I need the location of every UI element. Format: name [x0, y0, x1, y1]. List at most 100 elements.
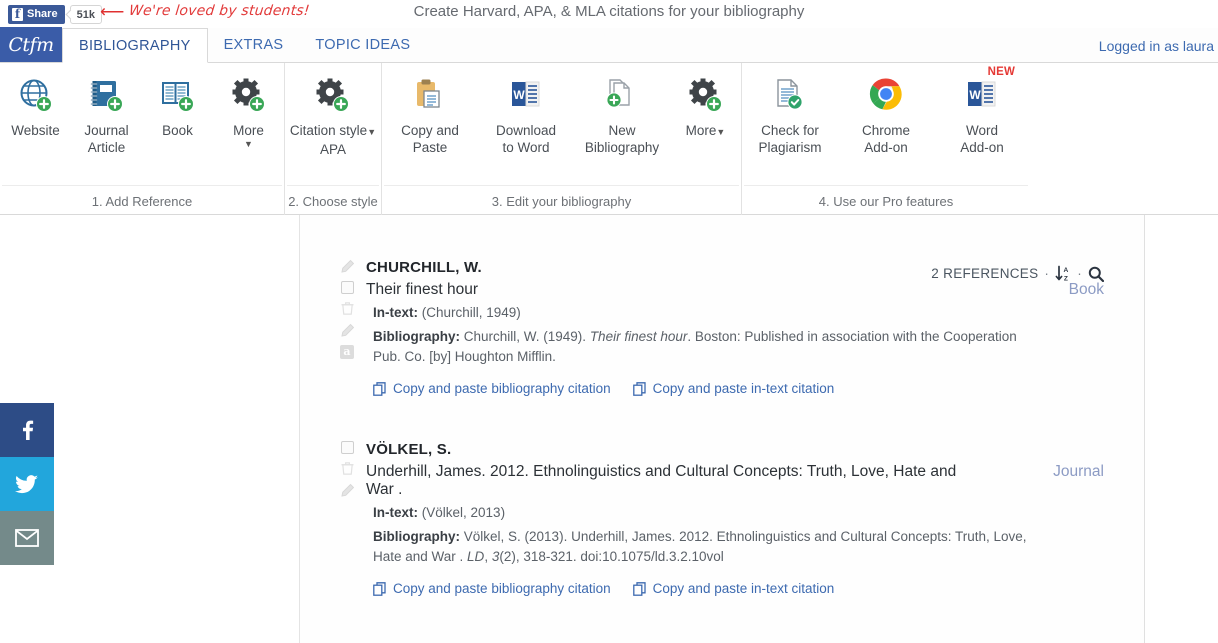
ribbon-button-book[interactable]: Book — [142, 71, 213, 139]
bibliography-key: Bibliography: — [373, 329, 460, 344]
envelope-icon — [15, 529, 39, 547]
ribbon-label-more-add: More — [233, 122, 264, 139]
bibliography-panel: 2 REFERENCES · A Z · — [300, 215, 1145, 643]
ribbon-button-website[interactable]: Website — [0, 71, 71, 139]
reference-bibliography-line: Bibliography: Völkel, S. (2013). Underhi… — [366, 527, 1104, 567]
page-body: 2 REFERENCES · A Z · — [0, 215, 1218, 643]
entry-checkbox[interactable] — [341, 281, 354, 294]
citation-style-text: Citation style — [290, 123, 367, 138]
word-doc-icon: W — [507, 75, 545, 117]
reference-entry: Journal VÖLKEL, S. Underhill, James. 201… — [334, 441, 1104, 596]
copy-bibliography-label: Copy and paste bibliography citation — [393, 581, 611, 596]
ribbon-button-more-edit[interactable]: More▼ — [670, 71, 741, 141]
more-edit-text: More — [686, 123, 717, 138]
tab-extras[interactable]: EXTRAS — [208, 27, 300, 62]
copy-bibliography-label: Copy and paste bibliography citation — [393, 381, 611, 396]
ribbon-button-copy-and-paste[interactable]: Copy andPaste — [382, 71, 478, 156]
new-badge: NEW — [988, 66, 1015, 78]
gear-add-icon — [314, 75, 352, 117]
reference-author: CHURCHILL, W. — [366, 259, 1104, 276]
ribbon-button-new-bibliography[interactable]: NewBibliography — [574, 71, 670, 156]
book-add-icon — [159, 75, 197, 117]
social-share-bar — [0, 403, 54, 565]
amazon-icon[interactable]: a — [340, 345, 354, 359]
share-email-button[interactable] — [0, 511, 54, 565]
document-check-icon — [771, 75, 809, 117]
copy-intext-citation-button[interactable]: Copy and paste in-text citation — [633, 581, 835, 596]
bibliography-key: Bibliography: — [373, 529, 460, 544]
clipboard-icon — [411, 75, 449, 117]
reference-bibliography-line: Bibliography: Churchill, W. (1949). Thei… — [366, 327, 1104, 367]
chevron-down-icon[interactable]: ▼ — [244, 139, 253, 149]
word-doc-icon: W NEW — [963, 75, 1001, 117]
ribbon-button-citation-style[interactable]: Citation style▼ APA — [285, 71, 381, 158]
reference-intext-line: In-text: (Churchill, 1949) — [366, 303, 1104, 323]
ribbon-label-website: Website — [11, 122, 60, 139]
intext-value: (Churchill, 1949) — [422, 305, 521, 320]
ribbon-group-label-edit-bibliography: 3. Edit your bibliography — [384, 185, 739, 214]
edit-pencil-icon[interactable] — [340, 323, 355, 338]
ribbon-toolbar: Website — [0, 63, 1218, 215]
ribbon-button-check-for-plagiarism[interactable]: Check forPlagiarism — [742, 71, 838, 156]
ribbon-button-download-to-word[interactable]: W Downloadto Word — [478, 71, 574, 156]
reference-type-label: Journal — [1053, 463, 1104, 481]
top-promo-bar: f Share 51k ⟵ We're loved by students! C… — [0, 0, 1218, 28]
citation-style-value: APA — [320, 142, 346, 157]
ribbon-label-more-edit: More▼ — [686, 122, 726, 141]
ribbon-label-chrome-add-on: ChromeAdd-on — [862, 122, 910, 156]
login-status[interactable]: Logged in as laura — [1099, 38, 1214, 54]
intext-value: (Völkel, 2013) — [422, 505, 505, 520]
chevron-down-icon[interactable]: ▼ — [716, 127, 725, 137]
bib-italic-journal: LD — [467, 549, 484, 564]
copy-icon — [373, 382, 387, 396]
entry-action-gutter: a — [334, 259, 360, 359]
share-twitter-button[interactable] — [0, 457, 54, 511]
chevron-down-icon[interactable]: ▼ — [367, 127, 376, 137]
ribbon-button-chrome-add-on[interactable]: ChromeAdd-on — [838, 71, 934, 156]
ribbon-button-word-add-on[interactable]: W NEW WordAdd-on — [934, 71, 1030, 156]
copy-intext-label: Copy and paste in-text citation — [653, 381, 835, 396]
reference-title[interactable]: Their finest hour — [366, 281, 1104, 299]
reference-entry: a Book CHURCHILL, W. Their finest hour I… — [334, 259, 1104, 396]
share-facebook-button[interactable] — [0, 403, 54, 457]
svg-text:W: W — [513, 88, 525, 102]
delete-trash-icon[interactable] — [340, 301, 355, 316]
copy-bibliography-citation-button[interactable]: Copy and paste bibliography citation — [373, 581, 611, 596]
bib-comma: , — [484, 549, 492, 564]
edit-pencil-icon[interactable] — [340, 259, 355, 274]
entry-actions: Copy and paste bibliography citation Cop… — [366, 581, 1104, 596]
entry-checkbox[interactable] — [341, 441, 354, 454]
gear-add-icon — [687, 75, 725, 117]
ribbon-label-book: Book — [162, 122, 193, 139]
reference-intext-line: In-text: (Völkel, 2013) — [366, 503, 1104, 523]
ribbon-group-edit-bibliography: Copy andPaste W Downloadto W — [381, 63, 741, 215]
svg-text:W: W — [969, 88, 981, 102]
edit-pencil-icon[interactable] — [340, 483, 355, 498]
tab-topic-ideas[interactable]: TOPIC IDEAS — [299, 27, 426, 62]
ribbon-button-journal-article[interactable]: JournalArticle — [71, 71, 142, 156]
ribbon-group-add-reference: Website — [0, 63, 284, 215]
bib-suffix: (2), 318-321. doi:10.1075/ld.3.2.10vol — [499, 549, 723, 564]
bib-italic-title: Their finest hour — [590, 329, 688, 344]
reference-title[interactable]: Underhill, James. 2012. Ethnolinguistics… — [366, 463, 1104, 499]
ribbon-label-citation-style: Citation style▼ APA — [290, 122, 376, 158]
page-tagline: Create Harvard, APA, & MLA citations for… — [0, 3, 1218, 20]
ribbon-label-new-bibliography: NewBibliography — [585, 122, 659, 156]
entry-action-gutter — [334, 441, 360, 498]
chrome-icon — [867, 75, 905, 117]
copy-bibliography-citation-button[interactable]: Copy and paste bibliography citation — [373, 381, 611, 396]
ribbon-button-more-add[interactable]: More ▼ — [213, 71, 284, 149]
main-tab-bar: Ctfm BIBLIOGRAPHY EXTRAS TOPIC IDEAS Log… — [0, 28, 1218, 63]
tab-bibliography[interactable]: BIBLIOGRAPHY — [62, 28, 208, 63]
site-logo[interactable]: Ctfm — [0, 27, 62, 62]
notebook-add-icon — [88, 75, 126, 117]
ribbon-label-journal-article: JournalArticle — [84, 122, 128, 156]
entry-actions: Copy and paste bibliography citation Cop… — [366, 381, 1104, 396]
copy-intext-citation-button[interactable]: Copy and paste in-text citation — [633, 381, 835, 396]
new-document-add-icon — [603, 75, 641, 117]
ribbon-group-label-pro-features: 4. Use our Pro features — [744, 185, 1028, 214]
ribbon-group-label-choose-style: 2. Choose style — [287, 185, 379, 214]
delete-trash-icon[interactable] — [340, 461, 355, 476]
left-rail — [0, 215, 300, 643]
ribbon-label-check-for-plagiarism: Check forPlagiarism — [758, 122, 821, 156]
